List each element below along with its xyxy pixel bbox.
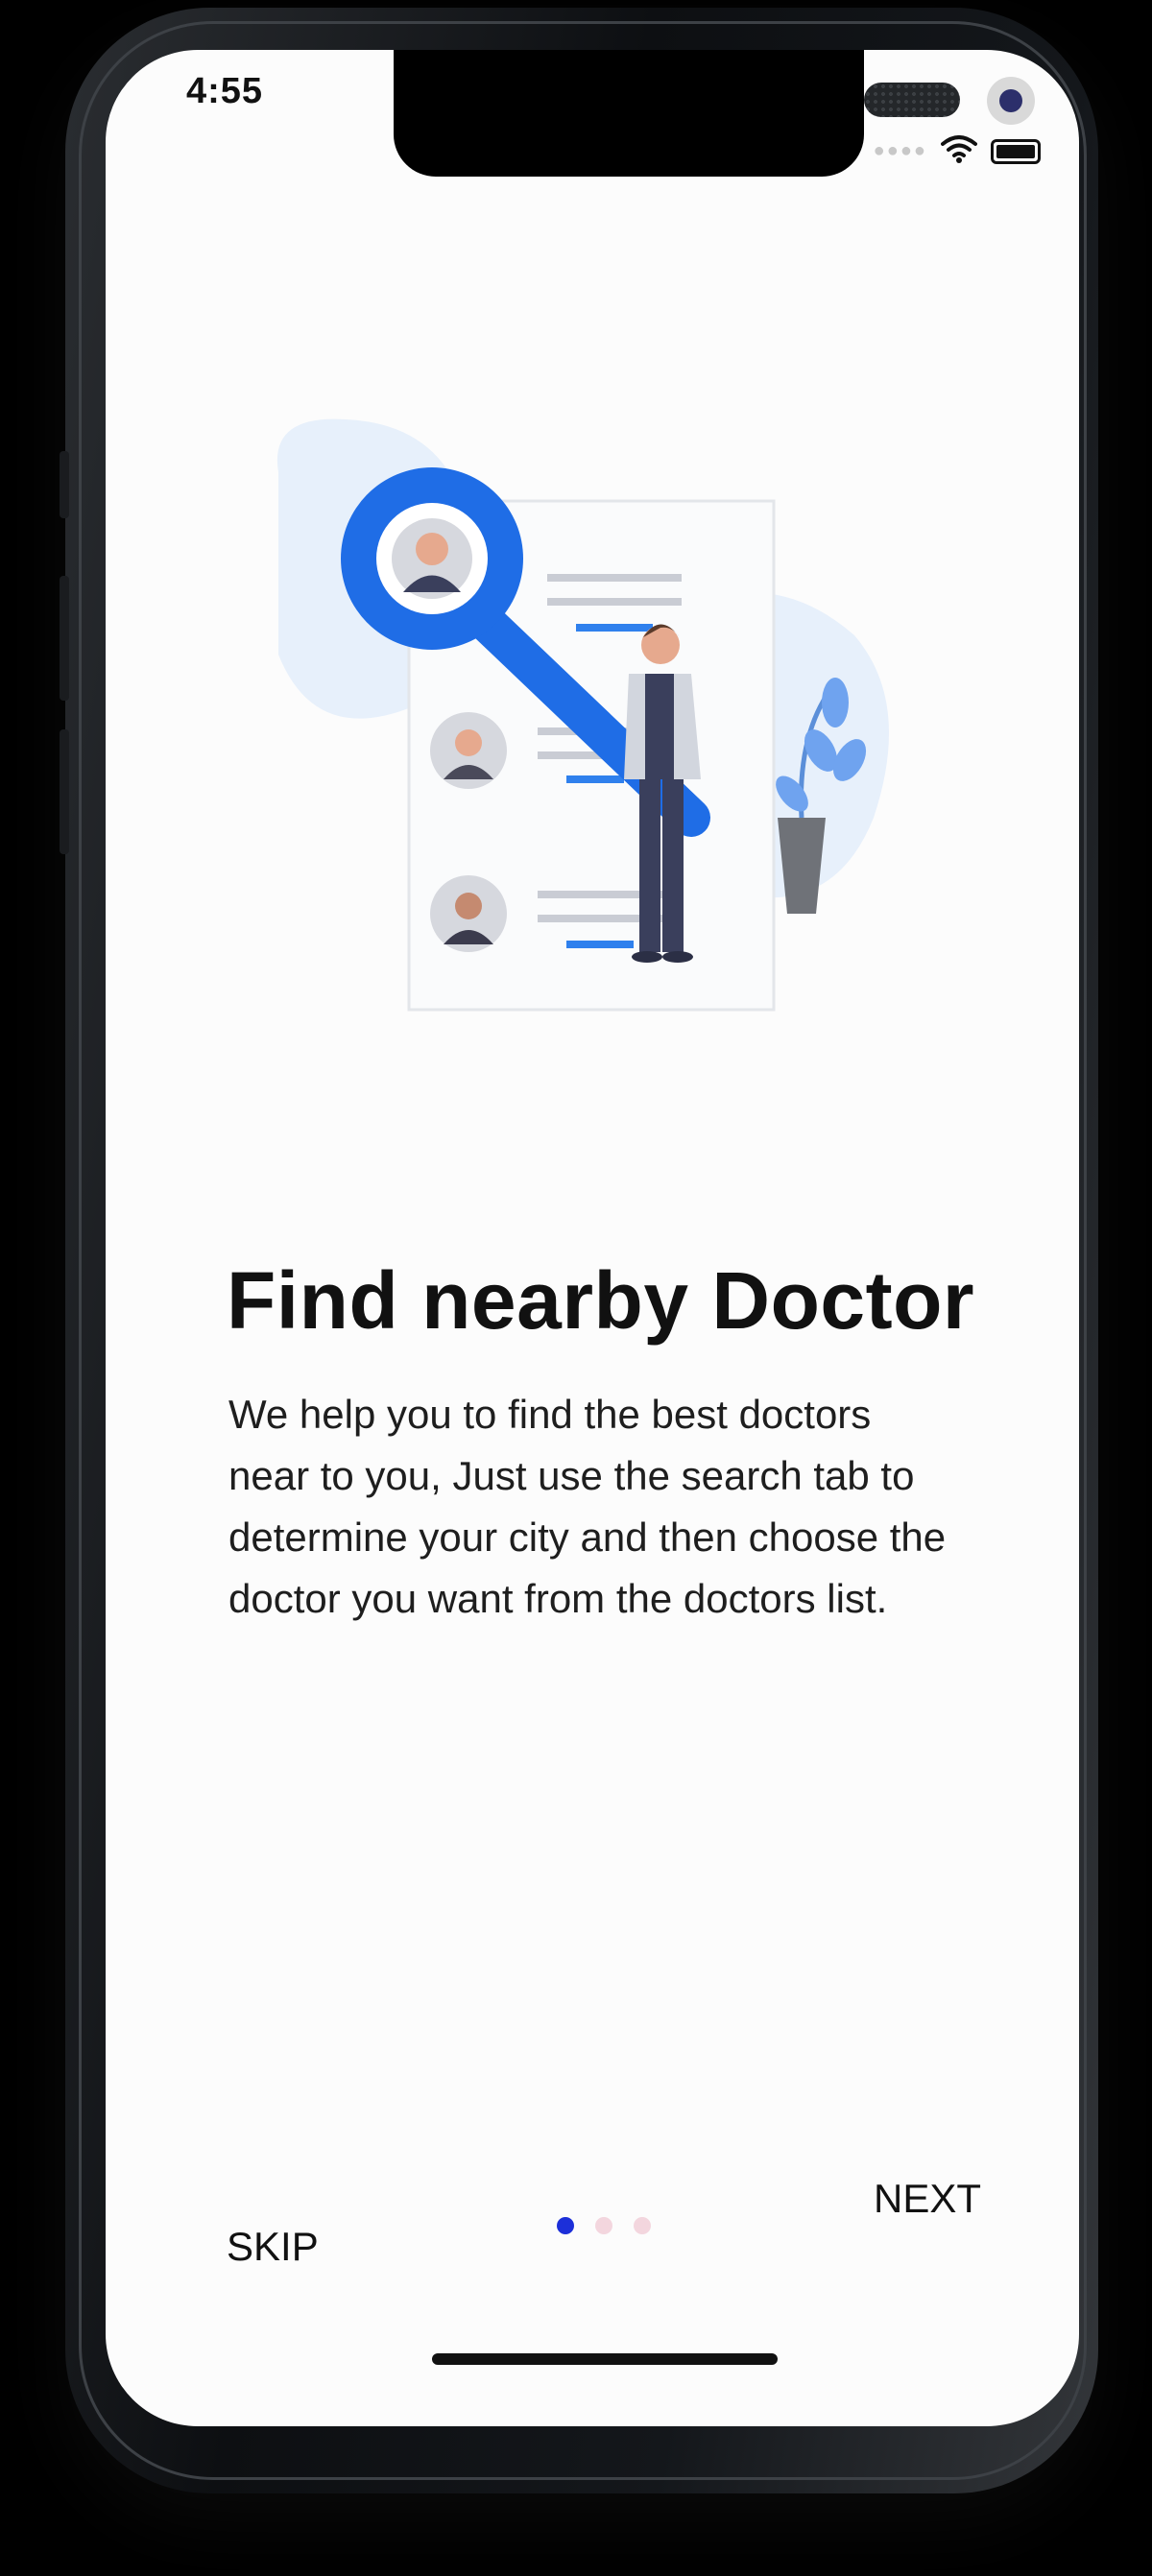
front-camera [987,77,1035,125]
battery-icon [991,138,1041,164]
doctor-search-illustration [276,418,889,1012]
notch [394,50,1035,177]
volume-down-button [60,729,69,854]
mute-switch [60,451,69,518]
home-indicator[interactable] [432,2353,778,2365]
volume-up-button [60,576,69,701]
next-button[interactable]: NEXT [874,2176,981,2222]
onboarding-description: We help you to find the best doctors nea… [228,1392,947,1621]
onboarding-title: Find nearby Doctor [227,1255,975,1346]
page-dot[interactable] [595,2217,612,2234]
page-indicator [557,2217,651,2234]
app-screen: 4:55 ●●●● Find nearby Doctor We help you… [106,50,1079,2426]
page-dot-active[interactable] [557,2217,574,2234]
signal-icon: ●●●● [873,140,927,161]
page-dot[interactable] [634,2217,651,2234]
skip-button[interactable]: SKIP [227,2224,319,2270]
wifi-icon [941,134,977,168]
status-time: 4:55 [186,71,264,111]
device-frame: 4:55 ●●●● Find nearby Doctor We help you… [0,0,1152,2576]
status-icons: ●●●● [874,134,1041,168]
earpiece-speaker [864,83,960,117]
